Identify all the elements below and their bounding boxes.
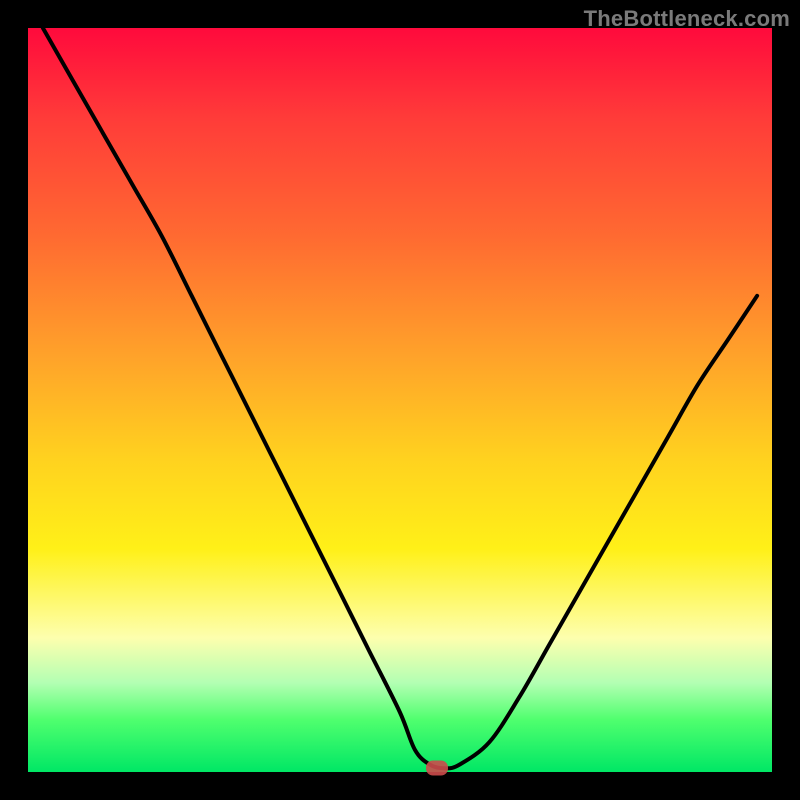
chart-frame: TheBottleneck.com <box>0 0 800 800</box>
bottleneck-curve <box>28 28 772 772</box>
optimal-point-marker <box>426 761 448 776</box>
plot-area <box>28 28 772 772</box>
